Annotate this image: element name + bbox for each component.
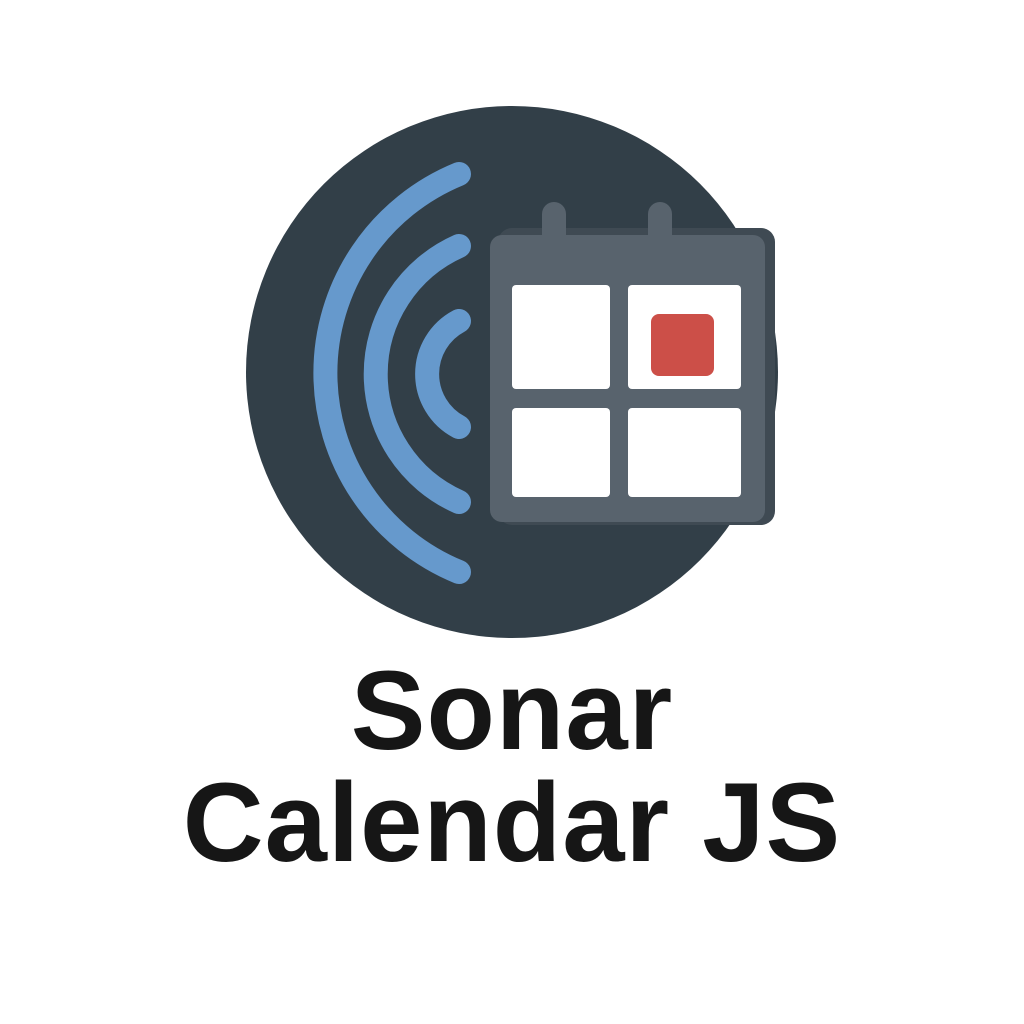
calendar-cell-4 [628,408,741,497]
logo-canvas: Sonar Calendar JS [0,0,1024,1024]
wordmark-line-calendar-js: Calendar JS [182,760,842,885]
calendar-icon [490,202,775,525]
calendar-cell-3 [512,408,610,497]
calendar-cell-1 [512,285,610,389]
logo-emblem [246,106,778,638]
wordmark: Sonar Calendar JS [0,655,1024,879]
wordmark-line-sonar: Sonar [350,648,674,773]
event-marker-icon [651,314,714,376]
